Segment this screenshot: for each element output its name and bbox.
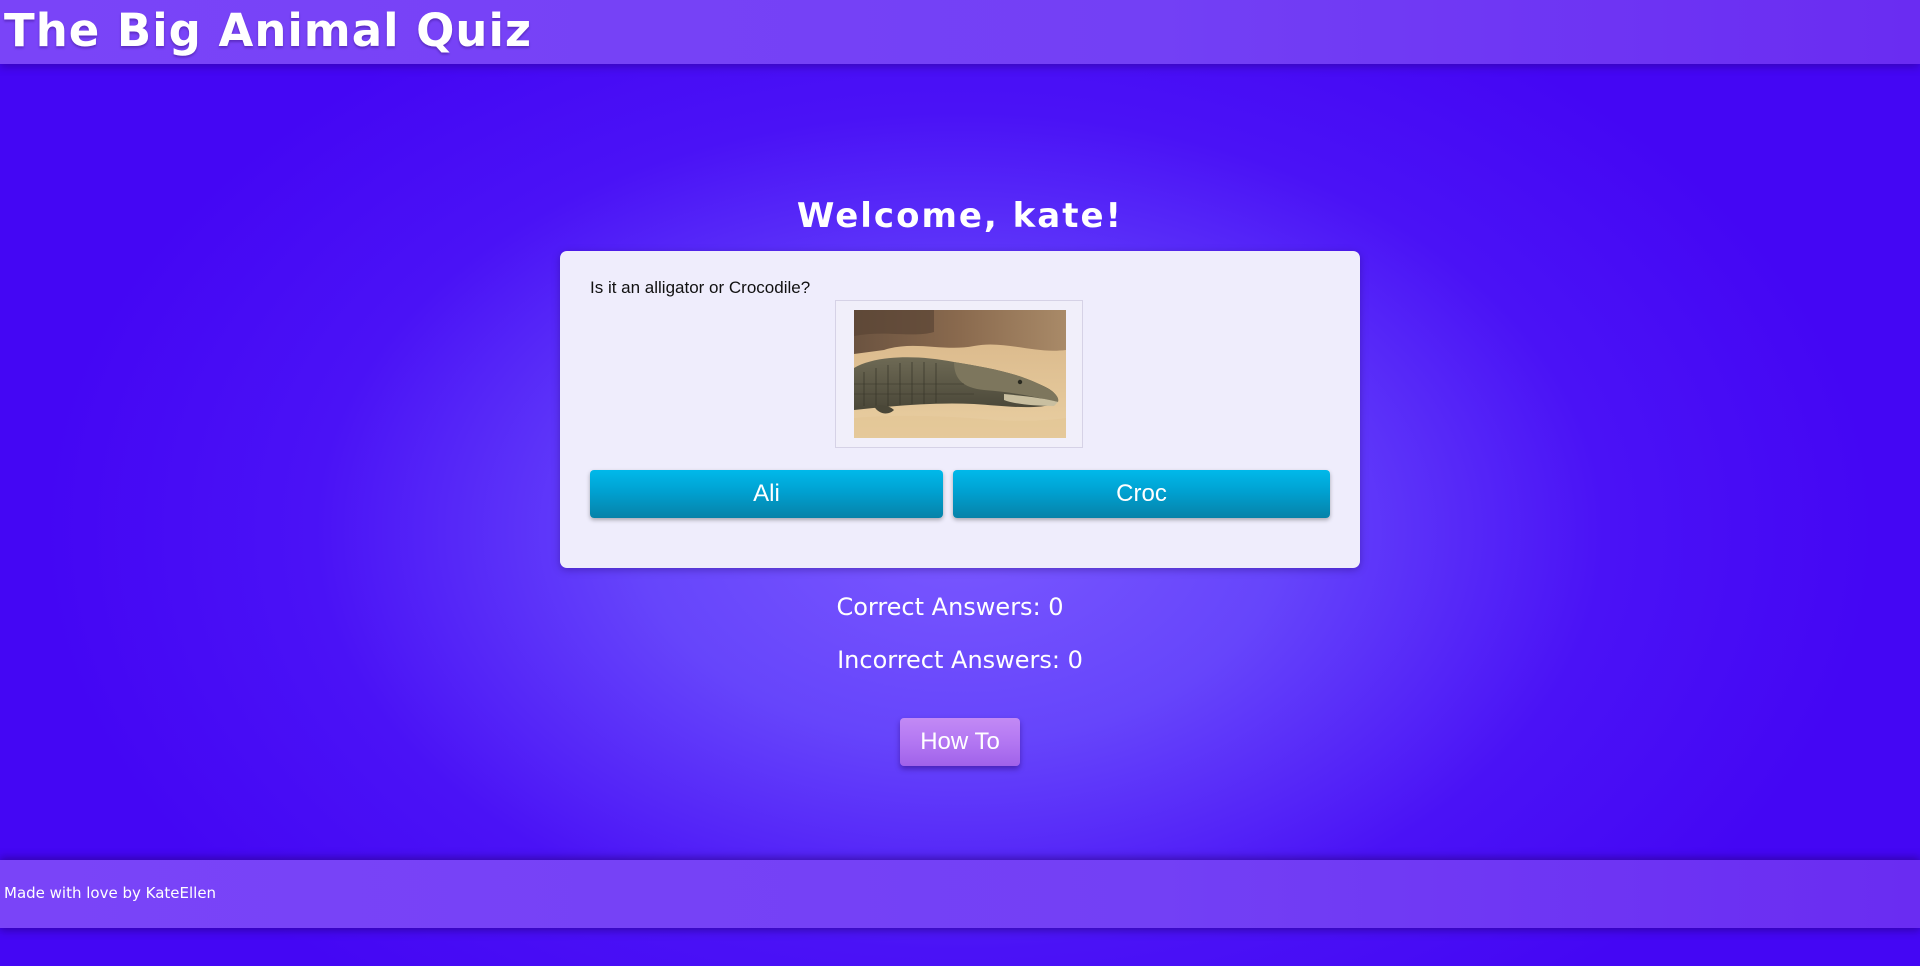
site-title: The Big Animal Quiz — [4, 4, 533, 57]
site-footer: Made with love by KateEllen — [0, 860, 1920, 928]
answer-button-ali[interactable]: Ali — [590, 470, 943, 518]
answer-button-croc[interactable]: Croc — [953, 470, 1330, 518]
quiz-card: Is it an alligator or Crocodile? Ali Cro… — [560, 251, 1360, 568]
how-to-button[interactable]: How To — [900, 718, 1020, 766]
question-text: Is it an alligator or Crocodile? — [590, 278, 811, 297]
correct-answers-count: Correct Answers: 0 — [836, 593, 1064, 621]
site-header: The Big Animal Quiz — [0, 0, 1920, 64]
footer-credit: Made with love by KateEllen — [4, 884, 217, 902]
incorrect-answers-count: Incorrect Answers: 0 — [837, 646, 1083, 674]
question-image-frame — [835, 300, 1083, 448]
welcome-heading: Welcome, kate! — [796, 196, 1124, 236]
crocodile-photo — [854, 310, 1066, 438]
